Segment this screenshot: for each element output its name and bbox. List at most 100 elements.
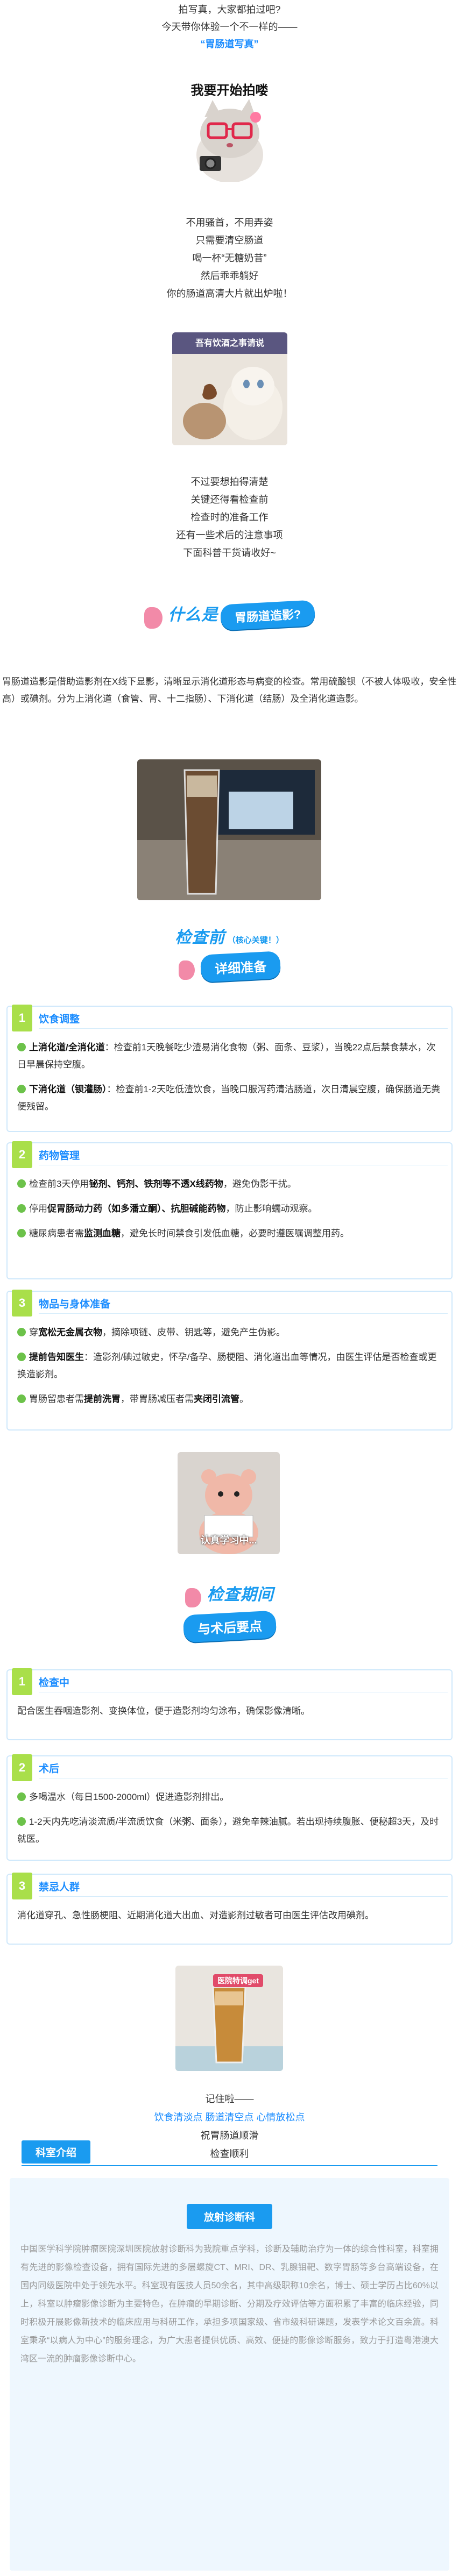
poem-1-line-3: 喝一杯“无糖奶昔” <box>192 253 267 264</box>
before-banner-pill: 详细准备 <box>200 951 281 983</box>
items-3b: 提前洗胃 <box>84 1394 121 1404</box>
check-dot-icon <box>17 1084 26 1093</box>
check-dot-icon <box>17 1817 26 1826</box>
what-paragraph: 胃肠道造影是借助造影剂在X线下显影，清晰显示消化道形态与病变的检查。常用硫酸钡（… <box>2 677 457 704</box>
check-dot-icon <box>17 1352 26 1361</box>
poem-1-line-1: 不用骚首，不用弄姿 <box>186 217 273 228</box>
dept-box <box>10 2178 449 2571</box>
before-banner: 检查前 （核心关键！） 详细准备 <box>0 924 459 983</box>
after-text-1: 多喝温水（每日1500-2000ml）促进造影剂排出。 <box>29 1792 229 1802</box>
what-banner-prefix: 什么是 <box>168 606 218 624</box>
dept-pill: 放射诊断科 <box>0 2204 459 2229</box>
poem-2-line-4: 还有一些术后的注意事项 <box>176 530 283 540</box>
check-dot-icon <box>17 1228 26 1237</box>
diet-p1-label: 上消化道/全消化道 <box>29 1042 105 1052</box>
check-dot-icon <box>17 1394 26 1403</box>
card-meds-number: 2 <box>12 1141 32 1168</box>
check-dot-icon <box>17 1179 26 1188</box>
photo-badge: 医院特调get <box>213 1974 263 1987</box>
card-diet-body: 上消化道/全消化道：检查前1天晚餐吃少渣易消化食物（粥、面条、豆浆），当晚22点… <box>17 1039 442 1123</box>
card-during: 1 检查中 配合医生吞咽造影剂、变换体位，便于造影剂均匀涂布，确保影像清晰。 <box>6 1668 453 1740</box>
meds-2a: 停用 <box>29 1204 47 1214</box>
card-divider <box>39 1896 448 1897</box>
meme-caption: 吾有饮酒之事请说 <box>195 339 264 348</box>
card-during-body: 配合医生吞咽造影剂、变换体位，便于造影剂均匀涂布，确保影像清晰。 <box>17 1703 442 1727</box>
card-forbid: 3 禁忌人群 消化道穿孔、急性肠梗阻、近期消化道大出血、对造影剂过敏者可由医生评… <box>6 1873 453 1945</box>
cat-camera-icon <box>186 96 274 182</box>
cat-camera-image <box>186 96 274 182</box>
meds-1c: ，避免伪影干扰。 <box>223 1179 296 1189</box>
during-banner-title: 检查期间 <box>207 1586 274 1604</box>
stomach-icon <box>144 607 163 629</box>
meds-2b: 促胃肠动力药（如多潘立酮）、抗胆碱能药物 <box>47 1204 226 1214</box>
diet-p2-label: 下消化道（钡灌肠） <box>29 1084 107 1094</box>
before-banner-title: 检查前 <box>175 929 225 947</box>
dept-tag: 科室介绍 <box>22 2140 91 2164</box>
poem-2: 不过要想拍得清楚 关键还得看检查前 检查时的准备工作 还有一些术后的注意事项 下… <box>0 473 459 562</box>
poem-2-line-1: 不过要想拍得清楚 <box>190 476 269 487</box>
meds-3b: 监测血糖 <box>84 1228 121 1239</box>
poem-2-line-2: 关键还得看检查前 <box>190 494 269 505</box>
meds-3a: 糖尿病患者需 <box>29 1228 84 1239</box>
items-3d: 夹闭引流管 <box>194 1394 239 1404</box>
intro-block: 拍写真，大家都拍过吧? 今天带你体验一个不一样的—— “胃肠道写真” <box>0 1 459 53</box>
poem-2-line-3: 检查时的准备工作 <box>190 512 269 523</box>
card-forbid-title: 禁忌人群 <box>39 1882 80 1893</box>
intro-highlight: “胃肠道写真” <box>200 39 259 49</box>
check-dot-icon <box>17 1792 26 1801</box>
dept-tag-line <box>22 2165 437 2166</box>
items-3e: 。 <box>239 1394 249 1404</box>
poem-2-line-5: 下面科普干货请收好~ <box>183 547 276 558</box>
card-during-title: 检查中 <box>39 1677 70 1689</box>
outro-line-1: 记住啦—— <box>205 2094 254 2104</box>
card-meds-title: 药物管理 <box>39 1150 80 1162</box>
card-items-title: 物品与身体准备 <box>39 1299 111 1310</box>
stomach-icon-2 <box>179 960 195 980</box>
poem-1-line-2: 只需要清空肠道 <box>195 235 264 246</box>
card-after-body: 多喝温水（每日1500-2000ml）促进造影剂排出。 1-2天内先吃清淡流质/… <box>17 1789 442 1855</box>
intro-line-2: 今天带你体验一个不一样的—— <box>161 22 298 32</box>
card-after-number: 2 <box>12 1754 32 1781</box>
card-meds: 2 药物管理 检查前3天停用铋剂、钙剂、铁剂等不透X线药物，避免伪影干扰。 停用… <box>6 1141 453 1279</box>
intro-line-1: 拍写真，大家都拍过吧? <box>178 4 281 15</box>
check-dot-icon <box>17 1042 26 1051</box>
dept-text: 中国医学科学院肿瘤医院深圳医院放射诊断科为我院重点学科，诊断及辅助治疗为一体的综… <box>20 2245 439 2364</box>
meds-2c: ，防止影响蠕动观察。 <box>225 1204 317 1214</box>
check-dot-icon <box>17 1204 26 1213</box>
poem-1: 不用骚首，不用弄姿 只需要清空肠道 喝一杯“无糖奶昔” 然后乖乖躺好 你的肠道高… <box>0 214 459 303</box>
card-divider <box>39 1313 448 1314</box>
card-items: 3 物品与身体准备 穿宽松无金属衣物，摘除项链、皮带、钥匙等，避免产生伪影。 提… <box>6 1290 453 1431</box>
items-1a: 穿 <box>29 1327 38 1337</box>
card-meds-body: 检查前3天停用铋剂、钙剂、铁剂等不透X线药物，避免伪影干扰。 停用促胃肠动力药（… <box>17 1176 442 1250</box>
dept-pill-label: 放射诊断科 <box>186 2204 272 2229</box>
what-banner: 什么是 胃肠道造影? <box>0 600 459 631</box>
during-text: 配合医生吞咽造影剂、变换体位，便于造影剂均匀涂布，确保影像清晰。 <box>17 1706 310 1716</box>
items-1b: 宽松无金属衣物 <box>38 1327 102 1337</box>
items-3a: 胃肠留患者需 <box>29 1394 84 1404</box>
during-banner: 检查期间 与术后要点 <box>0 1581 459 1643</box>
barium-photo <box>137 759 321 900</box>
items-3c: ，带胃肠减压者需 <box>121 1394 194 1404</box>
drink-photo: 医院特调get <box>175 1966 283 2071</box>
study-caption: 认真学习中... <box>200 1535 257 1546</box>
poem-1-line-5: 你的肠道高清大片就出炉啦！ <box>166 288 293 299</box>
meds-1b: 铋剂、钙剂、铁剂等不透X线药物 <box>89 1179 223 1189</box>
check-dot-icon <box>17 1327 26 1336</box>
cat-meme-icon <box>172 332 287 445</box>
items-2a: 提前告知医生 <box>29 1352 84 1362</box>
items-1c: ，摘除项链、皮带、钥匙等，避免产生伪影。 <box>102 1327 285 1337</box>
cat-meme-image: 吾有饮酒之事请说 <box>172 332 287 445</box>
what-banner-pill: 胃肠道造影? <box>220 600 316 631</box>
outro-line-2: 饮食清淡点 肠道清空点 心情放松点 <box>154 2112 305 2123</box>
card-forbid-number: 3 <box>12 1873 32 1899</box>
meds-3c: ，避免长时间禁食引发低血糖，必要时遵医嘱调整用药。 <box>121 1228 349 1239</box>
card-during-number: 1 <box>12 1668 32 1695</box>
during-banner-pill: 与术后要点 <box>182 1610 277 1643</box>
before-banner-note: （核心关键！） <box>227 936 284 945</box>
stomach-icon-3 <box>185 1588 202 1607</box>
card-diet-number: 1 <box>12 1005 32 1031</box>
after-text-2: 1-2天内先吃清淡流质/半流质饮食（米粥、面条），避免辛辣油腻。若出现持续腹胀、… <box>17 1817 439 1844</box>
article-page: 拍写真，大家都拍过吧? 今天带你体验一个不一样的—— “胃肠道写真” 我要开始拍… <box>0 0 459 2576</box>
meds-1a: 检查前3天停用 <box>29 1179 89 1189</box>
forbid-text: 消化道穿孔、急性肠梗阻、近期消化道大出血、对造影剂过敏者可由医生评估改用碘剂。 <box>17 1910 374 1920</box>
